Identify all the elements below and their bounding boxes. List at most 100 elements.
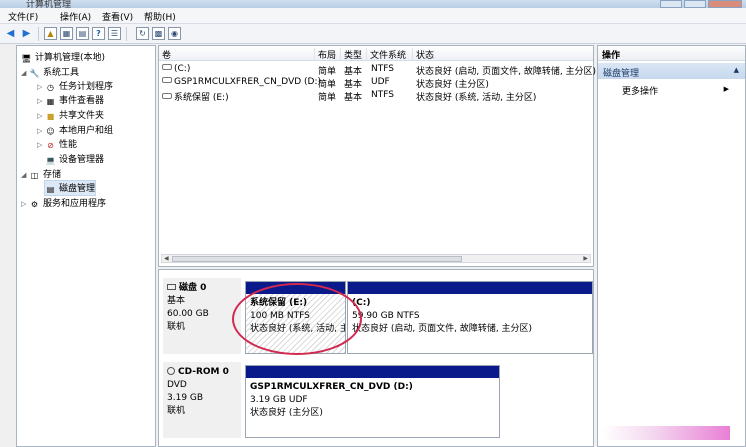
volume-status: 状态良好 (系统, 活动, 主分区) (416, 93, 537, 103)
toolbar: ◀ ▶ ▲ ▦ ▤ ? ☰ ↻ ▩ ◉ (0, 24, 746, 44)
dvd-icon (162, 77, 172, 83)
expand-arrow-icon[interactable]: ▷ (21, 200, 29, 208)
back-arrow-icon[interactable]: ◀ (4, 27, 17, 40)
maximize-button[interactable] (684, 0, 706, 8)
volume-list-header: 卷 布局 类型 文件系统 状态 (159, 46, 593, 61)
tree-task-scheduler[interactable]: ▷ ◷ 任务计划程序 (37, 79, 113, 93)
help-icon[interactable]: ? (92, 27, 105, 40)
collapse-arrow-icon[interactable]: ◢ (21, 69, 29, 77)
event-viewer-icon: ▦ (46, 97, 55, 106)
horizontal-scrollbar[interactable]: ◀ ▶ (161, 254, 591, 263)
more-actions-item[interactable]: 更多操作 ▶ (598, 83, 745, 97)
show-hide-tree-icon[interactable]: ▦ (60, 27, 73, 40)
tree-shared-folders[interactable]: ▷ ■ 共享文件夹 (37, 108, 104, 122)
volume-list: 卷 布局 类型 文件系统 状态 (C:) 简单 基本 NTFS 状态良好 (启动… (158, 45, 596, 267)
menu-help[interactable]: 帮助(H) (144, 10, 176, 23)
disk-icon (167, 284, 176, 290)
toolbar-separator (126, 27, 127, 41)
users-icon: ☺ (46, 127, 55, 136)
title-bar: 计算机管理 (0, 0, 746, 10)
computer-management-icon: 🖥 (21, 54, 32, 63)
annotation-circle (232, 283, 362, 355)
partition-bar (348, 282, 592, 294)
navigation-tree: 🖥 计算机管理(本地) ◢ 🔧 系统工具 ▷ ◷ 任务计划程序 ▷ ▦ 事件查看器 ▷ ■ 共享文… (16, 45, 156, 447)
up-folder-icon[interactable]: ▲ (44, 27, 57, 40)
disk-map: 磁盘 0 基本 60.00 GB 联机 系统保留 (E:) 100 MB NTF… (158, 269, 594, 447)
scrollbar-thumb[interactable] (172, 256, 462, 262)
partition-bar (246, 366, 499, 378)
volume-icon (162, 64, 172, 70)
tree-storage[interactable]: ◢ ◫ 存储 (21, 167, 61, 181)
list-view-icon[interactable]: ☰ (108, 27, 121, 40)
volume-type: 基本 (344, 93, 363, 103)
volume-row[interactable]: (C:) 简单 基本 NTFS 状态良好 (启动, 页面文件, 故障转储, 主分… (159, 63, 596, 77)
tree-disk-management[interactable]: ▤ 磁盘管理 (43, 180, 97, 196)
partition-name: (C:) (352, 298, 371, 308)
more-actions-label: 更多操作 (622, 87, 659, 97)
partition-status: 状态良好 (启动, 页面文件, 故障转储, 主分区) (352, 324, 533, 334)
watermark (602, 426, 730, 440)
volume-row[interactable]: GSP1RMCULXFRER_CN_DVD (D:) 简单 基本 UDF 状态良… (159, 76, 593, 90)
performance-icon: ⊘ (47, 141, 54, 150)
refresh-icon[interactable]: ↻ (136, 27, 149, 40)
expand-arrow-icon[interactable]: ▷ (37, 141, 45, 149)
volume-row[interactable]: 系统保留 (E:) 简单 基本 NTFS 状态良好 (系统, 活动, 主分区) (159, 89, 593, 103)
disk0-name: 磁盘 0 (179, 283, 207, 293)
expand-arrow-icon[interactable]: ▷ (37, 112, 45, 120)
actions-pane: 操作 磁盘管理 ▲ 更多操作 ▶ (597, 45, 746, 447)
folder-icon: ■ (46, 112, 55, 121)
tree-event-viewer[interactable]: ▷ ▦ 事件查看器 (37, 93, 104, 107)
minimize-button[interactable] (660, 0, 682, 8)
forward-arrow-icon[interactable]: ▶ (20, 27, 33, 40)
volume-filesystem: NTFS (371, 90, 394, 100)
disk-management-icon: ▤ (46, 185, 55, 194)
partition-c[interactable]: (C:) 59.90 GB NTFS 状态良好 (启动, 页面文件, 故障转储,… (347, 281, 593, 354)
column-header-filesystem[interactable]: 文件系统 (366, 48, 412, 61)
column-header-layout[interactable]: 布局 (314, 48, 340, 61)
partition-size: 59.90 GB NTFS (352, 311, 420, 321)
storage-icon: ◫ (30, 171, 39, 180)
disk0-type: 基本 (167, 296, 186, 306)
actions-header: 操作 (598, 46, 745, 61)
partition-status: 状态良好 (主分区) (250, 408, 323, 418)
disk0-label[interactable]: 磁盘 0 基本 60.00 GB 联机 (163, 278, 241, 354)
tree-system-tools[interactable]: ◢ 🔧 系统工具 (21, 65, 79, 79)
menu-bar: 文件(F) 操作(A) 查看(V) 帮助(H) (0, 8, 746, 24)
actions-section-disk-management[interactable]: 磁盘管理 ▲ (598, 63, 745, 79)
volume-layout: 简单 (318, 93, 337, 103)
partition-dvd[interactable]: GSP1RMCULXFRER_CN_DVD (D:) 3.19 GB UDF 状… (245, 365, 500, 438)
close-button[interactable] (708, 0, 742, 8)
properties-icon[interactable]: ▤ (76, 27, 89, 40)
volume-filesystem: NTFS (371, 64, 394, 74)
tree-local-users[interactable]: ▷ ☺ 本地用户和组 (37, 123, 113, 137)
column-header-type[interactable]: 类型 (340, 48, 366, 61)
menu-action[interactable]: 操作(A) (60, 10, 91, 23)
column-header-status[interactable]: 状态 (412, 48, 593, 61)
cdrom0-size: 3.19 GB (167, 393, 204, 403)
expand-arrow-icon[interactable]: ▷ (37, 83, 45, 91)
column-header-volume[interactable]: 卷 (159, 48, 314, 61)
disk0-size: 60.00 GB (167, 309, 209, 319)
volume-filesystem: UDF (371, 77, 390, 87)
volume-icon (162, 93, 172, 99)
disk-settings-icon[interactable]: ◉ (168, 27, 181, 40)
tree-device-manager[interactable]: 💻 设备管理器 (45, 152, 105, 166)
expand-arrow-icon[interactable]: ▷ (37, 127, 45, 135)
cdrom0-type: DVD (167, 380, 187, 390)
menu-view[interactable]: 查看(V) (102, 10, 133, 23)
menu-file[interactable]: 文件(F) (8, 10, 38, 23)
tree-root[interactable]: 🖥 计算机管理(本地) (21, 50, 105, 64)
tree-performance[interactable]: ▷ ⊘ 性能 (37, 137, 77, 151)
collapse-up-icon[interactable]: ▲ (734, 66, 739, 74)
tools-icon: 🔧 (29, 69, 40, 78)
cdrom-icon (167, 367, 175, 375)
scroll-left-icon[interactable]: ◀ (164, 255, 169, 262)
scroll-right-icon[interactable]: ▶ (583, 255, 588, 262)
tree-services[interactable]: ▷ ⚙ 服务和应用程序 (21, 196, 106, 210)
export-icon[interactable]: ▩ (152, 27, 165, 40)
clock-icon: ◷ (47, 83, 54, 92)
cdrom0-label[interactable]: CD-ROM 0 DVD 3.19 GB 联机 (163, 362, 241, 438)
collapse-arrow-icon[interactable]: ◢ (21, 171, 29, 179)
submenu-arrow-icon: ▶ (723, 85, 729, 93)
expand-arrow-icon[interactable]: ▷ (37, 97, 45, 105)
